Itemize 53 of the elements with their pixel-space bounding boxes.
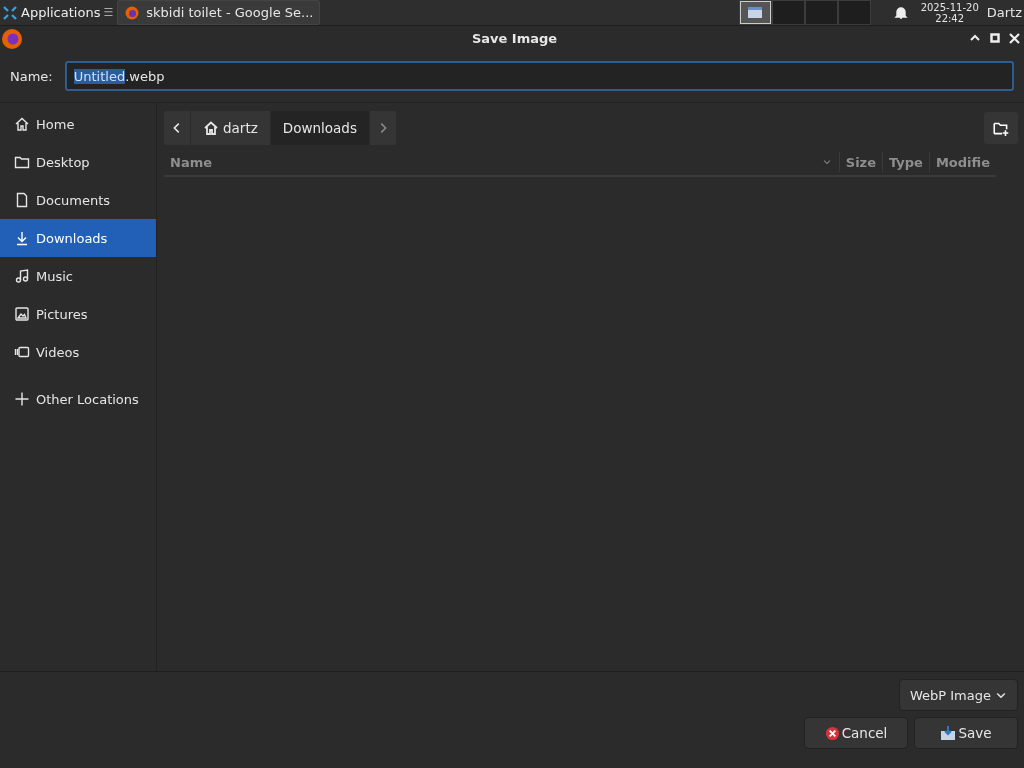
cancel-icon (824, 725, 840, 741)
sidebar-label: Documents (36, 192, 111, 208)
save-button[interactable]: Save (914, 717, 1018, 749)
clock-time: 22:42 (934, 12, 966, 24)
home-icon (203, 120, 219, 136)
sidebar-label: Other Locations (36, 391, 139, 407)
window-icon (748, 7, 763, 18)
music-icon (14, 268, 30, 284)
firefox-icon (1, 26, 23, 50)
sidebar-item[interactable]: Downloads (0, 219, 156, 257)
folder-icon (14, 154, 30, 170)
column-header[interactable]: Name (164, 152, 839, 172)
taskbar-button[interactable]: skbidi toilet - Google Se... (117, 0, 321, 25)
home-icon (14, 116, 30, 132)
sidebar-item[interactable]: Other Locations (0, 380, 156, 418)
save-icon (940, 725, 957, 741)
sidebar-label: Home (36, 116, 75, 132)
video-icon (14, 344, 30, 360)
path-button[interactable]: Downloads (270, 111, 370, 145)
document-icon (14, 192, 30, 208)
maximize-icon[interactable] (990, 33, 1000, 43)
clock-date: 2025-11-20 (920, 1, 979, 13)
close-icon[interactable] (1009, 32, 1020, 44)
workspace-button[interactable] (738, 0, 772, 25)
file-type-dropdown[interactable]: WebP Image (898, 679, 1018, 711)
firefox-icon (124, 4, 141, 21)
sidebar-item[interactable]: Documents (0, 181, 156, 219)
sidebar-item[interactable]: Videos (0, 333, 156, 371)
path-button[interactable]: dartz (191, 111, 271, 145)
sidebar-item[interactable]: Desktop (0, 143, 156, 181)
sidebar-item[interactable]: Music (0, 257, 156, 295)
picture-icon (14, 306, 30, 322)
column-header[interactable]: Type (882, 152, 929, 172)
sidebar-item[interactable]: Pictures (0, 295, 156, 333)
download-icon (14, 230, 30, 246)
sidebar-item[interactable]: Home (0, 105, 156, 143)
sidebar-label: Downloads (36, 230, 108, 246)
name-label: Name: (10, 68, 53, 84)
new-folder-button[interactable] (984, 112, 1018, 144)
sidebar-label: Desktop (36, 154, 90, 170)
plus-icon (14, 391, 30, 407)
column-header[interactable]: Size (838, 152, 882, 172)
sidebar-label: Pictures (36, 306, 88, 322)
window-title: Save Image (470, 30, 559, 46)
applications-menu[interactable]: Applications ☰ (0, 0, 116, 25)
cancel-button[interactable]: Cancel (804, 717, 908, 749)
user-name[interactable]: Dartz (986, 5, 1024, 20)
name-field[interactable]: Untitled.webp (64, 61, 1014, 91)
sidebar-label: Music (36, 268, 73, 284)
column-header[interactable]: Modifie (928, 152, 996, 172)
sidebar-label: Videos (36, 344, 80, 360)
app-menu-icon (2, 4, 18, 21)
bell-icon (892, 4, 909, 21)
